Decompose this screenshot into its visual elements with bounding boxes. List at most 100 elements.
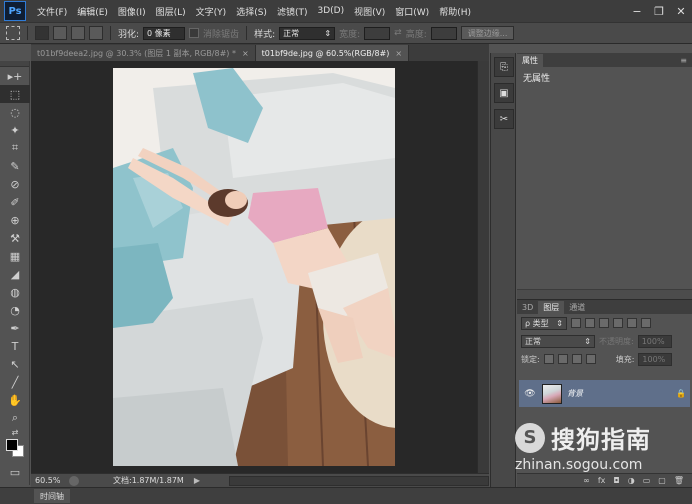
path-selection-tool-icon[interactable]: ↖ — [0, 355, 30, 373]
tab-document-1[interactable]: t01bf9deea2.jpg @ 30.3% (图层 1 副本, RGB/8#… — [31, 45, 256, 61]
eraser-tool-icon[interactable]: ▦ — [0, 247, 30, 265]
healing-brush-tool-icon[interactable]: ⊘ — [0, 175, 30, 193]
menu-3d[interactable]: 3D(D) — [312, 6, 349, 16]
line-tool-icon[interactable]: ╱ — [0, 373, 30, 391]
feather-input[interactable]: 0 像素 — [143, 26, 186, 40]
menu-filter[interactable]: 滤镜(T) — [272, 5, 313, 18]
layer-row-background[interactable]: 👁 背景 🔒 — [519, 380, 690, 407]
filter-adjustment-icon[interactable] — [585, 318, 595, 328]
gradient-tool-icon[interactable]: ◢ — [0, 265, 30, 283]
fill-input[interactable]: 100% — [638, 352, 673, 366]
panel-menu-icon[interactable]: ≡ — [675, 54, 692, 67]
close-icon[interactable]: × — [395, 49, 402, 58]
lock-position-icon[interactable] — [571, 354, 582, 364]
canvas-vertical-scrollbar[interactable] — [477, 61, 489, 473]
filter-smart-icon[interactable] — [627, 318, 637, 328]
clone-stamp-tool-icon[interactable]: ⊕ — [0, 211, 30, 229]
menu-image[interactable]: 图像(I) — [113, 5, 151, 18]
style-select[interactable]: 正常 ⇕ — [279, 26, 336, 40]
brush-tool-icon[interactable]: ✐ — [0, 193, 30, 211]
blend-mode-select[interactable]: 正常 ⇕ — [521, 334, 595, 348]
width-input[interactable] — [364, 26, 391, 40]
link-layers-icon[interactable]: ∞ — [583, 476, 590, 485]
new-layer-icon[interactable]: ▢ — [658, 476, 666, 485]
document-image[interactable] — [113, 68, 395, 466]
restore-button[interactable]: ❐ — [648, 3, 670, 19]
hand-tool-icon[interactable]: ✋ — [0, 391, 30, 409]
swap-colors-icon[interactable]: ⇄ — [0, 427, 30, 437]
antialias-checkbox[interactable] — [189, 28, 200, 38]
status-info-icon[interactable] — [69, 475, 79, 486]
zoom-tool-icon[interactable]: ⌕ — [0, 409, 30, 427]
new-selection-icon[interactable] — [35, 26, 49, 40]
filter-toggle-icon[interactable] — [641, 318, 651, 328]
trash-icon[interactable]: 🗑 — [674, 476, 684, 485]
tab-layers[interactable]: 图层 — [538, 301, 565, 314]
add-mask-icon[interactable]: ◘ — [613, 476, 619, 485]
magic-wand-tool-icon[interactable]: ✦ — [0, 121, 30, 139]
canvas-horizontal-scrollbar[interactable] — [229, 475, 489, 486]
zoom-level[interactable]: 60.5% — [35, 476, 63, 485]
layer-name[interactable]: 背景 — [567, 388, 671, 399]
lock-icon: 🔒 — [676, 389, 686, 398]
lock-all-icon[interactable] — [585, 354, 596, 364]
canvas-area[interactable] — [31, 61, 477, 473]
lasso-tool-icon[interactable]: ◌ — [0, 103, 30, 121]
layer-filter-select[interactable]: ρ 类型 ⇕ — [521, 316, 567, 330]
foreground-color-swatch[interactable] — [6, 439, 18, 451]
dodge-tool-icon[interactable]: ◔ — [0, 301, 30, 319]
intersect-selection-icon[interactable] — [89, 26, 103, 40]
filter-pixel-icon[interactable] — [571, 318, 581, 328]
move-tool-icon[interactable]: ▸+ — [0, 67, 30, 85]
type-tool-icon[interactable]: T — [0, 337, 30, 355]
opacity-input[interactable]: 100% — [637, 334, 672, 348]
tab-3d[interactable]: 3D — [517, 301, 538, 314]
menu-file[interactable]: 文件(F) — [32, 5, 72, 18]
status-menu-arrow-icon[interactable]: ▶ — [194, 476, 200, 485]
menu-view[interactable]: 视图(V) — [349, 5, 390, 18]
tab-channels[interactable]: 通道 — [564, 301, 590, 314]
blend-mode-value: 正常 — [525, 336, 541, 346]
menu-help[interactable]: 帮助(H) — [434, 5, 476, 18]
subtract-selection-icon[interactable] — [71, 26, 85, 40]
minimize-button[interactable]: − — [626, 3, 648, 19]
filter-shape-icon[interactable] — [613, 318, 623, 328]
lock-image-icon[interactable] — [557, 354, 568, 364]
tab-timeline[interactable]: 时间轴 — [34, 489, 70, 503]
properties-panel: 属性 ≡ 无属性 — [517, 53, 692, 299]
layer-style-icon[interactable]: fx — [598, 476, 606, 485]
history-brush-tool-icon[interactable]: ⚒ — [0, 229, 30, 247]
filter-type-icon[interactable] — [599, 318, 609, 328]
properties-footer — [517, 289, 692, 299]
add-selection-icon[interactable] — [53, 26, 67, 40]
swap-icon[interactable]: ⇄ — [394, 28, 402, 38]
marquee-preset-icon[interactable] — [6, 26, 20, 40]
eyedropper-tool-icon[interactable]: ✎ — [0, 157, 30, 175]
history-panel-icon[interactable]: ⎘ — [494, 57, 514, 77]
refine-edge-button[interactable]: 调整边缘... — [460, 26, 515, 40]
eye-icon[interactable]: 👁 — [523, 389, 537, 399]
menu-window[interactable]: 窗口(W) — [390, 5, 434, 18]
pen-tool-icon[interactable]: ✒ — [0, 319, 30, 337]
actions-panel-icon[interactable]: ▣ — [494, 83, 514, 103]
menu-select[interactable]: 选择(S) — [231, 5, 272, 18]
tools-preset-icon[interactable]: ✂ — [494, 109, 514, 129]
tab-document-2[interactable]: t01bf9de.jpg @ 60.5%(RGB/8#) × — [255, 45, 410, 61]
blur-tool-icon[interactable]: ◍ — [0, 283, 30, 301]
crop-tool-icon[interactable]: ⌗ — [0, 139, 30, 157]
lock-pixels-icon[interactable] — [543, 354, 554, 364]
layer-filter-value: ρ 类型 — [525, 318, 549, 328]
quick-mask-icon[interactable]: ▭ — [0, 463, 30, 481]
divider — [27, 26, 28, 40]
marquee-tool-icon[interactable]: ⬚ — [0, 85, 30, 103]
close-button[interactable]: ✕ — [670, 3, 692, 19]
menu-type[interactable]: 文字(Y) — [191, 5, 232, 18]
menu-edit[interactable]: 编辑(E) — [72, 5, 113, 18]
menu-layer[interactable]: 图层(L) — [151, 5, 191, 18]
tab-properties[interactable]: 属性 — [517, 54, 543, 67]
close-icon[interactable]: × — [242, 49, 249, 58]
color-swatches — [0, 437, 30, 463]
height-input[interactable] — [430, 26, 457, 40]
new-group-icon[interactable]: ▭ — [643, 476, 651, 485]
adjustment-layer-icon[interactable]: ◑ — [628, 476, 635, 485]
